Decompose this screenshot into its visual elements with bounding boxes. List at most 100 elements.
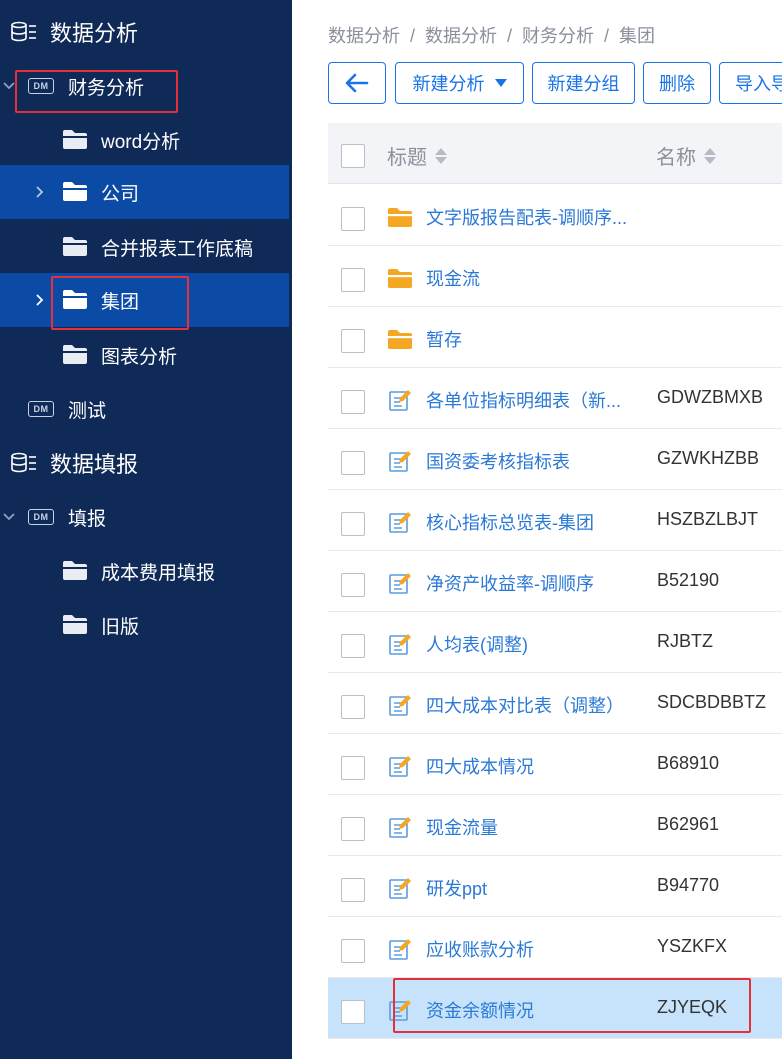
sidebar-item-fill-report[interactable]: DM 填报 bbox=[0, 490, 289, 544]
delete-label: 删除 bbox=[659, 74, 695, 94]
sidebar-item-chart-analysis[interactable]: 图表分析 bbox=[0, 328, 289, 382]
table-row[interactable]: 人均表(调整) RJBTZ bbox=[328, 612, 782, 673]
row-title-link[interactable]: 现金流 bbox=[426, 265, 636, 291]
row-checkbox[interactable] bbox=[341, 817, 365, 841]
row-checkbox[interactable] bbox=[341, 695, 365, 719]
sidebar: 数据分析 DM 财务分析 word分析 公司 合并报表工作底稿 集团 图表分析 … bbox=[0, 0, 292, 1059]
row-title-link[interactable]: 四大成本情况 bbox=[426, 753, 636, 779]
column-header-name[interactable]: 名称 bbox=[656, 141, 716, 170]
table-row[interactable]: 现金流量 B62961 bbox=[328, 795, 782, 856]
row-checkbox[interactable] bbox=[341, 939, 365, 963]
row-title-link[interactable]: 四大成本对比表（调整） bbox=[426, 692, 636, 718]
sidebar-item-legacy[interactable]: 旧版 bbox=[0, 598, 289, 652]
back-button[interactable] bbox=[328, 62, 386, 104]
sidebar-item-label: 财务分析 bbox=[68, 77, 145, 99]
row-title-link[interactable]: 国资委考核指标表 bbox=[426, 448, 636, 474]
folder-icon bbox=[63, 290, 87, 309]
row-title-link[interactable]: 现金流量 bbox=[426, 814, 636, 840]
sidebar-group-data-analysis[interactable]: 数据分析 bbox=[0, 5, 289, 59]
row-title-link[interactable]: 暂存 bbox=[426, 326, 636, 352]
table-row[interactable]: 净资产收益率-调顺序 B52190 bbox=[328, 551, 782, 612]
sort-icon[interactable] bbox=[704, 147, 716, 164]
new-analysis-button[interactable]: 新建分析 bbox=[395, 62, 524, 104]
row-checkbox[interactable] bbox=[341, 329, 365, 353]
row-checkbox[interactable] bbox=[341, 390, 365, 414]
row-title-link[interactable]: 各单位指标明细表（新... bbox=[426, 387, 636, 413]
breadcrumb-item[interactable]: 数据分析 bbox=[425, 26, 497, 46]
sidebar-item-finance-analysis[interactable]: DM 财务分析 bbox=[0, 59, 289, 113]
row-checkbox[interactable] bbox=[341, 756, 365, 780]
new-group-button[interactable]: 新建分组 bbox=[532, 62, 635, 104]
sidebar-item-label: word分析 bbox=[101, 131, 181, 153]
sidebar-item-company[interactable]: 公司 bbox=[0, 165, 289, 219]
sidebar-group-data-entry[interactable]: 数据填报 bbox=[0, 436, 289, 490]
row-code: RJBTZ bbox=[657, 631, 713, 651]
folder-icon bbox=[63, 130, 87, 149]
dm-icon: DM bbox=[28, 509, 54, 525]
row-code: B62961 bbox=[657, 814, 720, 834]
row-code: ZJYEQK bbox=[657, 997, 728, 1017]
row-checkbox[interactable] bbox=[341, 573, 365, 597]
row-checkbox[interactable] bbox=[341, 207, 365, 231]
row-title-link[interactable]: 净资产收益率-调顺序 bbox=[426, 570, 636, 596]
row-title-link[interactable]: 核心指标总览表-集团 bbox=[426, 509, 636, 535]
row-title-link[interactable]: 资金余额情况 bbox=[426, 997, 636, 1023]
row-checkbox[interactable] bbox=[341, 1000, 365, 1024]
sidebar-item-label: 填报 bbox=[68, 508, 107, 530]
column-header-label: 标题 bbox=[387, 147, 427, 169]
row-checkbox[interactable] bbox=[341, 451, 365, 475]
table-row[interactable]: 应收账款分析 YSZKFX bbox=[328, 917, 782, 978]
sidebar-item-label: 旧版 bbox=[101, 616, 140, 638]
report-edit-icon bbox=[389, 573, 411, 594]
chevron-down-icon[interactable] bbox=[1, 78, 17, 94]
sidebar-item-word-analysis[interactable]: word分析 bbox=[0, 113, 289, 167]
sidebar-item-consolidated-workpapers[interactable]: 合并报表工作底稿 bbox=[0, 220, 289, 274]
dm-icon: DM bbox=[28, 78, 54, 94]
select-all-checkbox[interactable] bbox=[341, 144, 365, 168]
sidebar-item-label: 合并报表工作底稿 bbox=[101, 238, 254, 260]
row-checkbox[interactable] bbox=[341, 634, 365, 658]
row-code: GDWZBMXB bbox=[657, 387, 763, 407]
folder-icon bbox=[388, 330, 412, 349]
sidebar-item-test[interactable]: DM 测试 bbox=[0, 382, 289, 436]
folder-icon bbox=[63, 237, 87, 256]
import-export-button[interactable]: 导入导出 bbox=[719, 62, 782, 104]
breadcrumb-item[interactable]: 数据分析 bbox=[328, 26, 400, 46]
sort-icon[interactable] bbox=[435, 147, 447, 164]
delete-button[interactable]: 删除 bbox=[643, 62, 711, 104]
sidebar-item-cost-expense-entry[interactable]: 成本费用填报 bbox=[0, 544, 289, 598]
table-row[interactable]: 暂存 bbox=[328, 307, 782, 368]
report-edit-icon bbox=[389, 512, 411, 533]
import-export-label: 导入导出 bbox=[735, 74, 782, 94]
sidebar-item-label: 集团 bbox=[101, 291, 140, 313]
table-row[interactable]: 文字版报告配表-调顺序... bbox=[328, 185, 782, 246]
breadcrumb-item[interactable]: 财务分析 bbox=[522, 26, 594, 46]
row-checkbox[interactable] bbox=[341, 268, 365, 292]
database-icon bbox=[11, 452, 36, 473]
row-code: SDCBDBBTZ bbox=[657, 692, 767, 712]
report-edit-icon bbox=[389, 878, 411, 899]
new-analysis-label: 新建分析 bbox=[412, 74, 485, 94]
table-row[interactable]: 各单位指标明细表（新... GDWZBMXB bbox=[328, 368, 782, 429]
table-row[interactable]: 资金余额情况 ZJYEQK bbox=[328, 978, 782, 1039]
chevron-right-icon[interactable] bbox=[32, 184, 48, 200]
chevron-down-icon[interactable] bbox=[1, 509, 17, 525]
row-title-link[interactable]: 应收账款分析 bbox=[426, 936, 636, 962]
row-title-link[interactable]: 人均表(调整) bbox=[426, 631, 636, 657]
table-row[interactable]: 国资委考核指标表 GZWKHZBB bbox=[328, 429, 782, 490]
report-edit-icon bbox=[389, 634, 411, 655]
table-row[interactable]: 现金流 bbox=[328, 246, 782, 307]
row-title-link[interactable]: 研发ppt bbox=[426, 875, 636, 901]
row-checkbox[interactable] bbox=[341, 512, 365, 536]
table-row[interactable]: 核心指标总览表-集团 HSZBZLBJT bbox=[328, 490, 782, 551]
row-checkbox[interactable] bbox=[341, 878, 365, 902]
table-row[interactable]: 四大成本对比表（调整） SDCBDBBTZ bbox=[328, 673, 782, 734]
column-header-title[interactable]: 标题 bbox=[387, 141, 447, 170]
row-title-link[interactable]: 文字版报告配表-调顺序... bbox=[426, 204, 636, 230]
sidebar-group-label: 数据填报 bbox=[50, 452, 139, 477]
sidebar-item-group[interactable]: 集团 bbox=[0, 273, 289, 327]
chevron-right-icon[interactable] bbox=[32, 292, 48, 308]
row-code: GZWKHZBB bbox=[657, 448, 759, 468]
table-row[interactable]: 研发ppt B94770 bbox=[328, 856, 782, 917]
table-row[interactable]: 四大成本情况 B68910 bbox=[328, 734, 782, 795]
